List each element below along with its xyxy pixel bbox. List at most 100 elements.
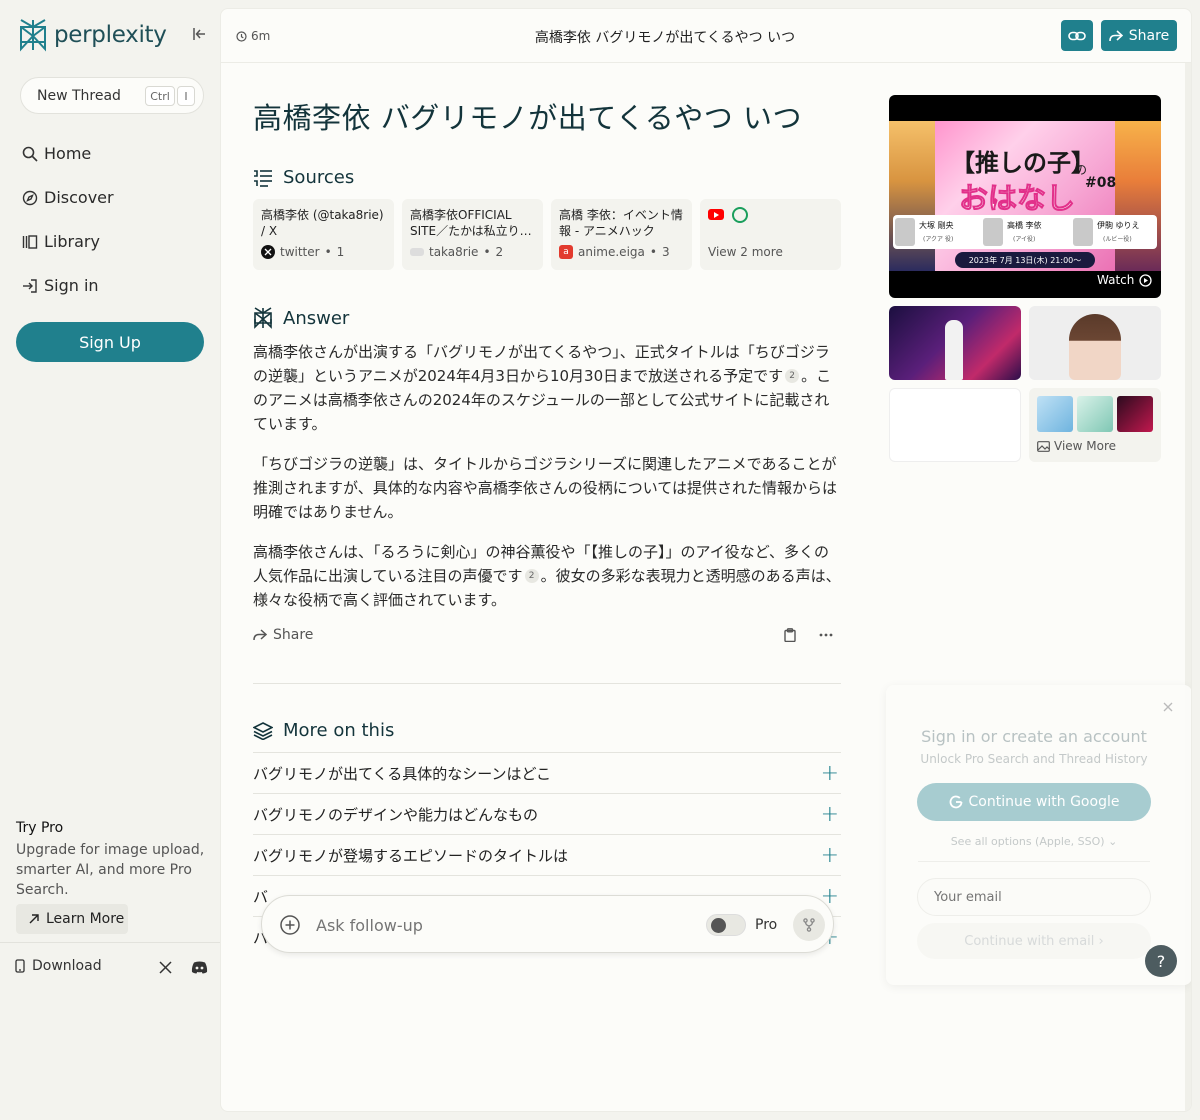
cast-name: 高橋 李依 bbox=[1007, 221, 1042, 230]
share-answer-button[interactable]: Share bbox=[253, 627, 313, 643]
sign-in-card: Sign in or create an account Unlock Pro … bbox=[886, 685, 1191, 985]
new-thread-button[interactable]: New Thread Ctrl I bbox=[20, 77, 204, 114]
source-site: anime.eiga bbox=[578, 245, 645, 259]
sources-heading: Sources bbox=[253, 167, 354, 188]
source-card-anime-eiga[interactable]: 高橋 李依：イベント情報 - アニメハック a anime.eiga • 3 bbox=[551, 199, 692, 270]
close-icon[interactable] bbox=[1163, 702, 1173, 712]
view-more-sources-label: View 2 more bbox=[708, 245, 783, 259]
follow-up-input[interactable] bbox=[316, 912, 686, 938]
download-button[interactable]: Download bbox=[14, 958, 102, 974]
sidebar-item-sign-in[interactable]: Sign in bbox=[22, 276, 99, 295]
cast-role: (アイ役) bbox=[1013, 236, 1036, 243]
device-icon bbox=[15, 959, 25, 973]
cast-panel: 大塚 剛央 (アクア 役) 高橋 李依 (アイ役) 伊駒 ゆりえ (ルビー役) bbox=[893, 215, 1157, 249]
help-button[interactable]: ? bbox=[1145, 945, 1177, 977]
google-icon bbox=[949, 795, 962, 809]
try-pro-panel: Try Pro Upgrade for image upload, smarte… bbox=[16, 820, 206, 900]
mini-thumbnail bbox=[1037, 396, 1073, 432]
more-source-favicons bbox=[708, 207, 833, 239]
email-input[interactable] bbox=[917, 878, 1151, 916]
video-date: 2023年 7月 13日(木) 21:00～ bbox=[955, 252, 1095, 268]
more-on-this-heading: More on this bbox=[253, 720, 394, 741]
sidebar-item-home[interactable]: Home bbox=[22, 144, 91, 163]
sidebar-item-label: Home bbox=[44, 144, 92, 163]
thread-title: 高橋李依 バグリモノが出てくるやつ いつ bbox=[253, 101, 802, 135]
submit-button[interactable] bbox=[793, 909, 825, 941]
arrow-up-right-icon bbox=[29, 914, 39, 924]
site-favicon-icon bbox=[732, 207, 748, 223]
main-panel: 6m 高橋李依 バグリモノが出てくるやつ いつ Share 高橋李依 バグリモノ… bbox=[220, 8, 1192, 1112]
sign-in-icon bbox=[23, 278, 37, 293]
plus-icon: + bbox=[820, 842, 839, 868]
continue-with-email-button[interactable]: Continue with email › bbox=[917, 923, 1151, 959]
source-title: 高橋 李依：イベント情報 - アニメハック bbox=[559, 208, 683, 238]
related-question-text: バグリモノが登場するエピソードのタイトルは bbox=[253, 846, 569, 865]
google-label: Continue with Google bbox=[968, 794, 1120, 810]
image-thumbnail-portrait[interactable] bbox=[1029, 306, 1161, 380]
branch-icon bbox=[803, 918, 815, 932]
sidebar-item-discover[interactable]: Discover bbox=[22, 188, 114, 207]
video-title-b: おはなし bbox=[958, 181, 1076, 216]
citation-badge[interactable]: 2 bbox=[785, 369, 800, 383]
source-dot: • bbox=[649, 245, 657, 259]
sign-in-title: Sign in or create an account bbox=[921, 727, 1147, 746]
image-thumbnail-blank[interactable] bbox=[889, 388, 1021, 462]
answer-actions: Share bbox=[253, 627, 843, 647]
cast-name: 伊駒 ゆりえ bbox=[1097, 221, 1140, 230]
more-options-icon[interactable] bbox=[819, 633, 833, 637]
source-meta: a anime.eiga • 3 bbox=[559, 245, 684, 259]
new-thread-label: New Thread bbox=[37, 87, 121, 104]
plus-icon: + bbox=[820, 760, 839, 786]
sidebar-item-library[interactable]: Library bbox=[22, 232, 100, 251]
continue-email-label: Continue with email bbox=[964, 933, 1095, 949]
topbar-title: 高橋李依 バグリモノが出てくるやつ いつ bbox=[534, 30, 796, 46]
search-icon bbox=[22, 146, 38, 162]
learn-more-button[interactable]: Learn More bbox=[16, 904, 128, 934]
share-button[interactable]: Share bbox=[1101, 20, 1177, 51]
cast-photo bbox=[983, 218, 1003, 246]
sidebar: perplexity New Thread Ctrl I Home Discov… bbox=[0, 0, 220, 1120]
performer-figure bbox=[945, 320, 963, 380]
view-more-sources-card[interactable]: View 2 more bbox=[700, 199, 841, 270]
copy-icon[interactable] bbox=[784, 628, 796, 642]
chevron-right-icon: › bbox=[1098, 933, 1104, 949]
mini-thumbnail bbox=[1077, 396, 1113, 432]
related-question-text: バ bbox=[253, 887, 269, 906]
related-question[interactable]: バグリモノが出てくる具体的なシーンはどこ + bbox=[253, 752, 841, 793]
view-more-images-button[interactable]: View More bbox=[1029, 388, 1161, 462]
share-answer-label: Share bbox=[273, 627, 314, 643]
video-card[interactable]: 【推しの子】 の おはなし #08 大塚 剛央 (アクア 役) 高橋 李依 (ア… bbox=[889, 95, 1161, 298]
layers-icon bbox=[253, 721, 273, 740]
continue-with-google-button[interactable]: Continue with Google bbox=[917, 783, 1151, 821]
answer-label: Answer bbox=[283, 307, 350, 329]
pro-toggle[interactable] bbox=[706, 914, 746, 936]
x-twitter-icon[interactable] bbox=[159, 961, 172, 974]
related-question[interactable]: バグリモノのデザインや能力はどんなもの + bbox=[253, 793, 841, 834]
discord-icon[interactable] bbox=[191, 961, 208, 974]
video-thumbnail: 【推しの子】 の おはなし #08 大塚 剛央 (アクア 役) 高橋 李依 (ア… bbox=[889, 121, 1161, 271]
add-attachment-icon[interactable] bbox=[280, 915, 300, 935]
answer-text: 高橋李依さんが出演する「バグリモノが出てくるやつ」、正式タイトルは「ちびゴジラの… bbox=[253, 343, 830, 385]
perplexity-logo-icon bbox=[20, 19, 46, 52]
source-number: 2 bbox=[495, 245, 504, 259]
related-question[interactable]: バグリモノが登場するエピソードのタイトルは + bbox=[253, 834, 841, 875]
copy-link-button[interactable] bbox=[1061, 20, 1093, 51]
pro-label: Pro bbox=[755, 917, 778, 933]
watch-button[interactable]: Watch bbox=[1097, 273, 1153, 287]
library-icon bbox=[22, 234, 38, 249]
source-card-twitter[interactable]: 高橋李依 (@taka8rie) / X twitter • 1 bbox=[253, 199, 394, 270]
anime-eiga-favicon-icon: a bbox=[559, 245, 573, 259]
perplexity-logo[interactable]: perplexity bbox=[18, 18, 167, 52]
collapse-sidebar-icon[interactable] bbox=[191, 26, 207, 42]
image-thumbnail-stage[interactable] bbox=[889, 306, 1021, 380]
source-dot: • bbox=[483, 245, 491, 259]
sources-icon bbox=[254, 169, 272, 187]
citation-badge[interactable]: 2 bbox=[524, 569, 539, 583]
see-all-options[interactable]: See all options (Apple, SSO) ⌄ bbox=[886, 835, 1182, 848]
pro-toggle-knob bbox=[711, 918, 726, 933]
source-card-taka8rie[interactable]: 高橋李依OFFICIAL SITE／たかは私立り… taka8rie • 2 bbox=[402, 199, 543, 270]
related-question-text: バグリモノが出てくる具体的なシーンはどこ bbox=[253, 764, 552, 783]
sign-up-button[interactable]: Sign Up bbox=[16, 322, 204, 362]
sign-in-divider bbox=[918, 861, 1150, 862]
cast-role: (アクア 役) bbox=[923, 236, 954, 243]
